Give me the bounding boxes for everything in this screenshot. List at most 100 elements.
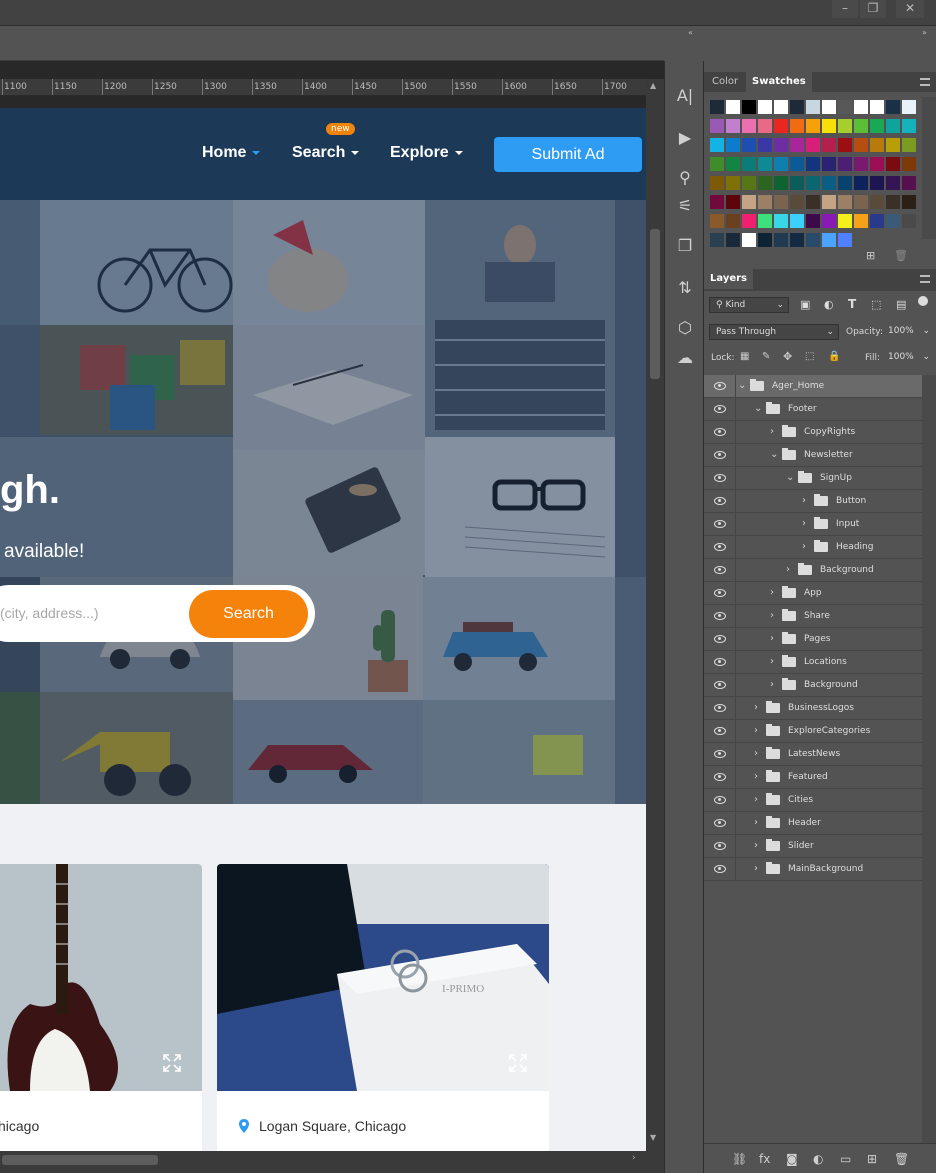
chevron-down-icon[interactable]: ⌄ [786, 472, 794, 483]
chevron-right-icon[interactable]: › [754, 771, 758, 782]
libraries-icon[interactable]: ☁ [671, 345, 699, 371]
color-swatch[interactable] [790, 100, 804, 114]
layer-row[interactable]: › Header [704, 812, 922, 835]
color-swatch[interactable] [726, 195, 740, 209]
filter-kind-select[interactable]: ⚲ Kind ⌄ [709, 297, 789, 313]
color-swatch[interactable] [838, 214, 852, 228]
color-swatch[interactable] [726, 100, 740, 114]
color-swatch[interactable] [822, 100, 836, 114]
clone-source-icon[interactable]: ❐ [671, 233, 699, 259]
layer-row[interactable]: › Pages [704, 628, 922, 651]
scroll-thumb[interactable] [2, 1155, 158, 1165]
color-swatch[interactable] [854, 214, 868, 228]
color-swatch[interactable] [742, 157, 756, 171]
color-swatch[interactable] [742, 138, 756, 152]
layer-row[interactable]: › Cities [704, 789, 922, 812]
color-swatch[interactable] [902, 214, 916, 228]
layer-row[interactable]: › Heading [704, 536, 922, 559]
chevron-down-icon[interactable]: ⌄ [738, 380, 746, 391]
color-swatch[interactable] [758, 195, 772, 209]
chevron-right-icon[interactable]: › [802, 541, 806, 552]
submit-ad-button[interactable]: Submit Ad [494, 137, 642, 172]
visibility-eye-icon[interactable] [714, 382, 726, 390]
visibility-eye-icon[interactable] [714, 543, 726, 551]
color-swatch[interactable] [854, 195, 868, 209]
color-swatch[interactable] [710, 233, 724, 247]
layer-row[interactable]: › Locations [704, 651, 922, 674]
color-swatch[interactable] [726, 157, 740, 171]
character-icon[interactable]: A| [671, 83, 699, 109]
chevron-right-icon[interactable]: › [754, 817, 758, 828]
visibility-eye-icon[interactable] [714, 681, 726, 689]
color-swatch[interactable] [710, 214, 724, 228]
visibility-eye-icon[interactable] [714, 727, 726, 735]
color-swatch[interactable] [710, 195, 724, 209]
expand-icon[interactable] [162, 1053, 182, 1073]
color-swatch[interactable] [806, 138, 820, 152]
expand-icon[interactable]: » [922, 28, 927, 37]
color-swatch[interactable] [870, 157, 884, 171]
color-swatch[interactable] [758, 119, 772, 133]
color-swatch[interactable] [886, 176, 900, 190]
color-swatch[interactable] [870, 100, 884, 114]
layer-row[interactable]: › Input [704, 513, 922, 536]
color-swatch[interactable] [806, 157, 820, 171]
lock-position-icon[interactable]: ✥ [783, 350, 792, 363]
color-swatch[interactable] [710, 100, 724, 114]
fx-icon[interactable]: fx [759, 1152, 770, 1166]
color-swatch[interactable] [790, 157, 804, 171]
scroll-up-icon[interactable]: ▲ [650, 81, 656, 90]
lock-transparent-icon[interactable]: ▦ [740, 351, 749, 362]
chevron-right-icon[interactable]: › [754, 702, 758, 713]
document-canvas[interactable]: 1100 1150 1200 1250 1300 1350 1400 1450 1500 1550… [0, 61, 664, 1173]
chevron-right-icon[interactable]: › [754, 748, 758, 759]
filter-shape-icon[interactable]: ⬚ [871, 298, 881, 311]
color-swatch[interactable] [774, 119, 788, 133]
filter-smart-object-icon[interactable]: ▤ [896, 298, 906, 311]
color-swatch[interactable] [838, 176, 852, 190]
visibility-eye-icon[interactable] [714, 474, 726, 482]
visibility-eye-icon[interactable] [714, 497, 726, 505]
color-swatch[interactable] [902, 176, 916, 190]
color-swatch[interactable] [758, 100, 772, 114]
color-swatch[interactable] [806, 100, 820, 114]
chevron-right-icon[interactable]: › [770, 426, 774, 437]
chevron-right-icon[interactable]: › [770, 679, 774, 690]
color-swatch[interactable] [902, 100, 916, 114]
color-swatch[interactable] [710, 119, 724, 133]
color-swatch[interactable] [870, 176, 884, 190]
color-swatch[interactable] [710, 176, 724, 190]
scroll-right-icon[interactable]: › [632, 1153, 636, 1163]
color-swatch[interactable] [710, 138, 724, 152]
nav-search[interactable]: Search [292, 144, 360, 162]
color-swatch[interactable] [822, 138, 836, 152]
color-swatch[interactable] [726, 233, 740, 247]
visibility-eye-icon[interactable] [714, 566, 726, 574]
new-layer-icon[interactable]: ⊞ [867, 1152, 877, 1166]
color-swatch[interactable] [838, 195, 852, 209]
layer-row[interactable]: › App [704, 582, 922, 605]
panel-menu-icon[interactable] [920, 78, 930, 86]
color-swatch[interactable] [758, 138, 772, 152]
chevron-right-icon[interactable]: › [770, 610, 774, 621]
layer-row[interactable]: › MainBackground [704, 858, 922, 881]
layer-row[interactable]: ⌄ SignUp [704, 467, 922, 490]
horizontal-scrollbar[interactable]: › [0, 1151, 646, 1173]
color-swatch[interactable] [886, 119, 900, 133]
color-swatch[interactable] [822, 119, 836, 133]
color-swatch[interactable] [710, 157, 724, 171]
chevron-right-icon[interactable]: › [770, 633, 774, 644]
visibility-eye-icon[interactable] [714, 796, 726, 804]
color-swatch[interactable] [838, 100, 852, 114]
paths-icon[interactable]: ⇅ [671, 275, 699, 301]
color-swatch[interactable] [726, 138, 740, 152]
close-button[interactable]: ✕ [896, 0, 924, 18]
nav-explore[interactable]: Explore [390, 144, 463, 162]
chevron-right-icon[interactable]: › [802, 495, 806, 506]
visibility-eye-icon[interactable] [714, 589, 726, 597]
filter-toggle[interactable] [918, 296, 928, 306]
collapse-icon[interactable]: « [688, 28, 693, 37]
color-swatch[interactable] [758, 157, 772, 171]
layer-row[interactable]: › CopyRights [704, 421, 922, 444]
search-button[interactable]: Search [189, 590, 308, 638]
